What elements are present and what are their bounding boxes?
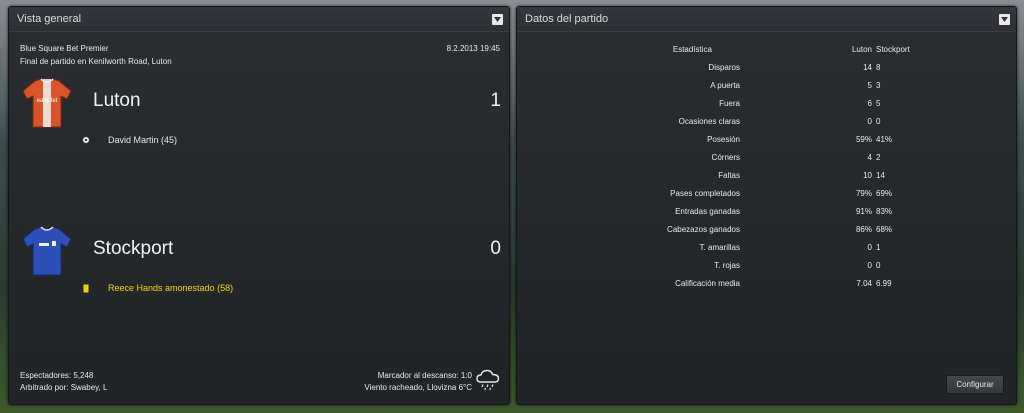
- referee-text: Arbitrado por: Swabey, L: [20, 383, 108, 392]
- home-stat-value: 79%: [855, 188, 872, 198]
- away-stat-value: 3: [876, 80, 881, 90]
- panel-header: Vista general: [9, 7, 509, 32]
- stats-row: Disparos 14 8: [517, 58, 936, 76]
- panel-header: Datos del partido: [517, 7, 1016, 32]
- home-stat-value: 59%: [855, 134, 872, 144]
- home-team-score: 1: [490, 90, 501, 111]
- match-footer-left: Espectadores: 5,248 Arbitrado por: Swabe…: [20, 370, 107, 394]
- stats-row: Entradas ganadas 91% 83%: [517, 202, 936, 220]
- stats-row: T. amarillas 0 1: [517, 238, 936, 256]
- away-stat-value: 14: [876, 170, 885, 180]
- stats-table: Estadística Luton Stockport Disparos 14 8 A…: [517, 40, 936, 292]
- away-stat-value: 41%: [876, 134, 893, 144]
- away-stat-value: 69%: [876, 188, 893, 198]
- stats-row: Pases completados 79% 69%: [517, 184, 936, 202]
- home-kit-icon: easyJet: [22, 78, 72, 128]
- stat-label: Cabezazos ganados: [667, 224, 740, 234]
- home-stat-value: 7.04: [856, 278, 872, 288]
- drizzle-cloud-icon: [476, 369, 500, 391]
- away-stat-value: 0: [876, 260, 881, 270]
- configure-button[interactable]: Configurar: [946, 375, 1004, 394]
- stats-row: T. rojas 0 0: [517, 256, 936, 274]
- away-event-text: Reece Hands amonestado (58): [108, 283, 234, 293]
- stats-row: A puerta 5 3: [517, 76, 936, 94]
- kit-sponsor-text: easyJet: [37, 98, 58, 104]
- home-event: David Martin (45): [82, 135, 177, 145]
- away-team-row: Stockport 0: [21, 225, 501, 277]
- home-stat-value: 86%: [855, 224, 872, 234]
- home-stat-value: 5: [867, 80, 872, 90]
- stat-label: T. rojas: [714, 260, 740, 270]
- away-stat-value: 68%: [876, 224, 893, 234]
- home-stat-value: 91%: [855, 206, 872, 216]
- stat-label: Posesión: [707, 134, 740, 144]
- stats-row: Córners 4 2: [517, 148, 936, 166]
- home-stat-value: 4: [867, 152, 872, 162]
- away-column-header[interactable]: Stockport: [872, 40, 936, 58]
- chevron-down-icon: [494, 16, 501, 22]
- panel-title: Datos del partido: [525, 13, 609, 25]
- home-stat-value: 6: [867, 98, 872, 108]
- panel-title: Vista general: [17, 13, 82, 25]
- stat-label: A puerta: [710, 80, 740, 90]
- home-event-text: David Martin (45): [108, 135, 178, 145]
- stat-label: Córners: [711, 152, 740, 162]
- stats-row: Posesión 59% 41%: [517, 130, 936, 148]
- home-column-header[interactable]: Luton: [740, 40, 872, 58]
- chevron-down-icon: [1001, 16, 1008, 22]
- match-info: Blue Square Bet Premier 8.2.2013 19:45 F…: [20, 44, 500, 70]
- attendance-text: Espectadores: 5,248: [20, 371, 94, 380]
- stat-column-header[interactable]: Estadística: [517, 40, 740, 58]
- away-stat-value: 83%: [876, 206, 893, 216]
- away-stat-value: 0: [876, 116, 881, 126]
- home-team-row: easyJet Luton 1: [21, 77, 501, 129]
- ball-icon: [82, 136, 90, 144]
- away-stat-value: 8: [876, 62, 881, 72]
- stats-row: Cabezazos ganados 86% 68%: [517, 220, 936, 238]
- halftime-score-text: Marcador al descanso: 1:0: [377, 371, 472, 380]
- stat-label: Disparos: [708, 62, 740, 72]
- home-stat-value: 10: [863, 170, 872, 180]
- away-event: Reece Hands amonestado (58): [82, 283, 233, 293]
- away-team-name[interactable]: Stockport: [93, 238, 173, 260]
- stat-label: Calificación media: [675, 278, 740, 288]
- stat-label: Faltas: [718, 170, 740, 180]
- match-footer-right: Marcador al descanso: 1:0 Viento rachead…: [364, 370, 472, 394]
- weather-text: Viento racheado, Llovizna 6°C: [364, 383, 472, 392]
- away-team-score: 0: [490, 238, 501, 259]
- stat-label: Ocasiones claras: [678, 116, 740, 126]
- stats-header-row: Estadística Luton Stockport: [517, 40, 936, 58]
- away-stat-value: 5: [876, 98, 881, 108]
- home-team-name[interactable]: Luton: [93, 90, 141, 112]
- home-stat-value: 0: [867, 242, 872, 252]
- panel-menu-button[interactable]: [492, 13, 503, 25]
- away-stat-value: 1: [876, 242, 881, 252]
- home-stat-value: 14: [863, 62, 872, 72]
- home-stat-value: 0: [867, 260, 872, 270]
- stat-label: T. amarillas: [699, 242, 740, 252]
- stats-row: Fuera 6 5: [517, 94, 936, 112]
- stats-row: Ocasiones claras 0 0: [517, 112, 936, 130]
- away-stat-value: 6.99: [876, 278, 892, 288]
- match-datetime: 8.2.2013 19:45: [446, 44, 500, 53]
- away-kit-icon: [22, 226, 72, 276]
- home-stat-value: 0: [867, 116, 872, 126]
- stat-label: Entradas ganadas: [675, 206, 740, 216]
- venue-line: Final de partido en Kenilworth Road, Lut…: [20, 57, 172, 66]
- stat-label: Pases completados: [670, 188, 740, 198]
- stats-row: Calificación media 7.04 6.99: [517, 274, 936, 292]
- match-overview-panel: Vista general Blue Square Bet Premier 8.…: [8, 6, 510, 405]
- panel-menu-button[interactable]: [999, 13, 1010, 25]
- stat-label: Fuera: [719, 98, 740, 108]
- competition-name: Blue Square Bet Premier: [20, 44, 109, 53]
- away-stat-value: 2: [876, 152, 881, 162]
- match-stats-panel: Datos del partido Estadística Luton Stoc…: [516, 6, 1017, 405]
- yellow-card-icon: [83, 284, 89, 292]
- stats-row: Faltas 10 14: [517, 166, 936, 184]
